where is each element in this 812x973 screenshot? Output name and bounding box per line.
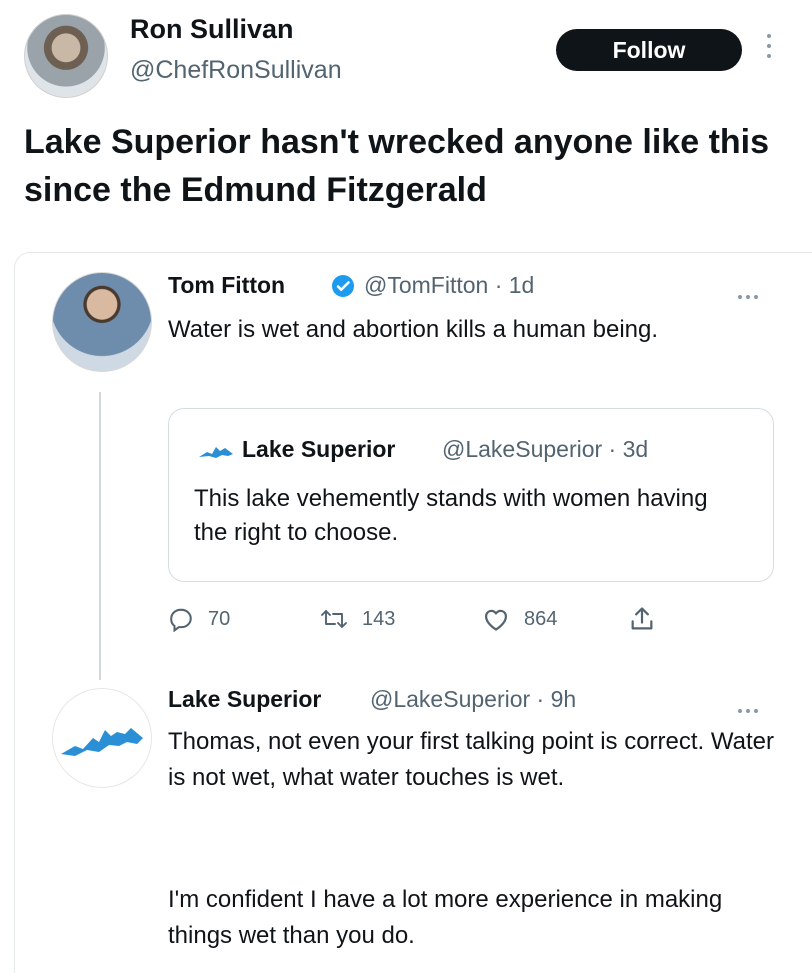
original-tweet-text: Water is wet and abortion kills a human …: [168, 316, 659, 343]
tweet-more-icon[interactable]: [738, 700, 768, 713]
reply-handle-time[interactable]: @LakeSuperior · 9h: [370, 686, 576, 713]
verified-badge-icon: [332, 275, 354, 297]
follow-button[interactable]: Follow: [556, 29, 742, 71]
reply-action[interactable]: 70: [168, 604, 230, 634]
like-count: 864: [524, 607, 558, 630]
author-name[interactable]: Ron Sullivan: [130, 14, 294, 45]
reply-tweet-text-paragraph-2: I'm confident I have a lot more experien…: [168, 886, 723, 949]
tweet-text: Lake Superior hasn't wrecked anyone like…: [24, 123, 770, 209]
avatar[interactable]: [52, 272, 152, 372]
tweet-more-icon[interactable]: [738, 286, 768, 299]
heart-icon: [484, 609, 508, 631]
avatar[interactable]: [52, 688, 152, 788]
original-author-name[interactable]: Tom Fitton: [168, 272, 285, 299]
like-action[interactable]: 864: [482, 604, 557, 634]
thread-connector-line: [99, 392, 101, 680]
author-handle[interactable]: @ChefRonSullivan: [130, 56, 342, 85]
retweet-icon: [321, 610, 347, 628]
retweet-action[interactable]: 143: [320, 604, 395, 634]
quoted-tweet-text: This lake vehemently stands with women h…: [194, 485, 708, 546]
reply-author-name[interactable]: Lake Superior: [168, 686, 321, 713]
quoted-author-name[interactable]: Lake Superior: [242, 436, 395, 463]
retweet-count: 143: [362, 607, 396, 630]
original-handle-time[interactable]: @TomFitton · 1d: [364, 272, 534, 299]
quoted-handle-time[interactable]: @LakeSuperior · 3d: [442, 436, 648, 463]
share-action[interactable]: [628, 604, 670, 634]
reply-icon: [170, 608, 192, 632]
reply-count: 70: [208, 607, 231, 630]
share-icon: [631, 607, 653, 630]
reply-tweet-text: Thomas, not even your first talking poin…: [168, 728, 775, 791]
avatar[interactable]: [24, 14, 108, 98]
lake-superior-icon: [199, 447, 233, 458]
more-options-icon[interactable]: [764, 34, 774, 66]
lake-superior-icon: [61, 728, 143, 756]
